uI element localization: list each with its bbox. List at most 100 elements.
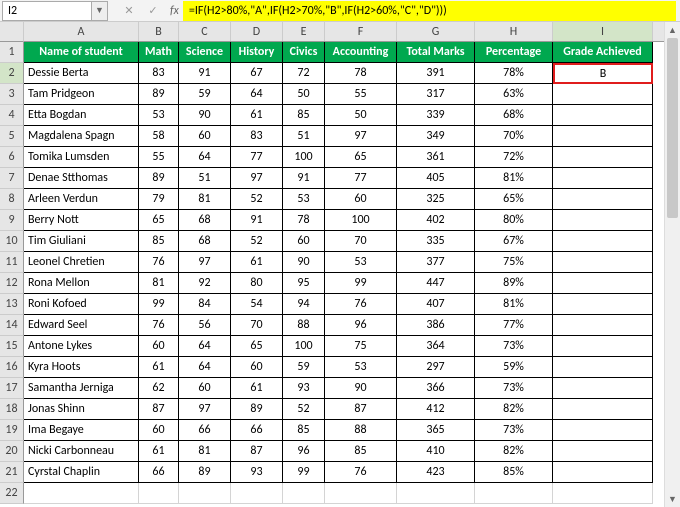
cell[interactable]: 53 — [325, 357, 397, 378]
fx-icon[interactable]: fx — [170, 4, 179, 18]
cell[interactable] — [553, 273, 653, 294]
cell[interactable]: 85 — [139, 231, 179, 252]
cell[interactable]: 97 — [325, 126, 397, 147]
cell[interactable]: 377 — [397, 252, 475, 273]
cell[interactable]: 91 — [231, 210, 283, 231]
cell[interactable] — [553, 84, 653, 105]
cell[interactable] — [24, 483, 139, 504]
cell[interactable]: 97 — [231, 168, 283, 189]
cell[interactable]: Arleen Verdun — [24, 189, 139, 210]
cell[interactable]: 100 — [283, 336, 325, 357]
cell[interactable] — [325, 483, 397, 504]
cell[interactable]: 65 — [325, 147, 397, 168]
cell[interactable] — [553, 483, 653, 504]
cell[interactable]: 364 — [397, 336, 475, 357]
row-header[interactable]: 7 — [0, 168, 24, 189]
col-header-H[interactable]: H — [475, 22, 553, 41]
cell[interactable]: 402 — [397, 210, 475, 231]
cell[interactable]: 59 — [283, 357, 325, 378]
cell[interactable]: Roni Kofoed — [24, 294, 139, 315]
row-header[interactable]: 8 — [0, 189, 24, 210]
cell[interactable]: 87 — [325, 399, 397, 420]
cell[interactable]: Kyra Hoots — [24, 357, 139, 378]
cell[interactable]: 89 — [179, 462, 231, 483]
cell[interactable]: 99 — [283, 462, 325, 483]
cell[interactable]: 54 — [231, 294, 283, 315]
cell[interactable]: 339 — [397, 105, 475, 126]
cell[interactable]: 61 — [231, 105, 283, 126]
cell[interactable]: 81% — [475, 168, 553, 189]
row-header[interactable]: 4 — [0, 105, 24, 126]
col-header-F[interactable]: F — [325, 22, 397, 41]
cell[interactable]: 70% — [475, 126, 553, 147]
row-header[interactable]: 3 — [0, 84, 24, 105]
header-cell[interactable]: Accounting — [325, 42, 397, 63]
header-cell[interactable]: Grade Achieved — [553, 42, 653, 63]
cell[interactable]: 56 — [179, 315, 231, 336]
row-header[interactable]: 13 — [0, 294, 24, 315]
cell[interactable]: 61 — [139, 441, 179, 462]
cell[interactable]: 78% — [475, 63, 553, 84]
cell[interactable]: Jonas Shinn — [24, 399, 139, 420]
cell[interactable] — [139, 483, 179, 504]
cell[interactable]: Dessie Berta — [24, 63, 139, 84]
cell[interactable]: 68% — [475, 105, 553, 126]
cell[interactable]: 79 — [139, 189, 179, 210]
cell[interactable]: 87 — [231, 441, 283, 462]
cell[interactable]: 60 — [179, 126, 231, 147]
cell[interactable]: 70 — [231, 315, 283, 336]
cell[interactable]: 325 — [397, 189, 475, 210]
cell[interactable]: 85 — [283, 420, 325, 441]
cancel-icon[interactable]: ✕ — [118, 2, 140, 20]
cell[interactable]: 53 — [139, 105, 179, 126]
cell[interactable]: 64 — [179, 147, 231, 168]
cell[interactable]: 407 — [397, 294, 475, 315]
cell[interactable]: 100 — [325, 210, 397, 231]
cell[interactable] — [553, 126, 653, 147]
cell[interactable]: 96 — [325, 315, 397, 336]
cell[interactable]: 90 — [179, 105, 231, 126]
cell[interactable]: 51 — [179, 168, 231, 189]
cell[interactable]: 61 — [139, 357, 179, 378]
cell[interactable]: 88 — [325, 420, 397, 441]
cell[interactable]: 90 — [283, 252, 325, 273]
cell[interactable]: 67 — [231, 63, 283, 84]
cell[interactable]: 68 — [179, 210, 231, 231]
cell[interactable]: 77 — [325, 168, 397, 189]
header-cell[interactable]: Total Marks — [397, 42, 475, 63]
cell[interactable] — [553, 420, 653, 441]
cell[interactable]: 85% — [475, 462, 553, 483]
header-cell[interactable]: Math — [139, 42, 179, 63]
header-cell[interactable]: Civics — [283, 42, 325, 63]
cell[interactable] — [553, 147, 653, 168]
cell[interactable]: Cyrstal Chaplin — [24, 462, 139, 483]
cell[interactable]: 93 — [283, 378, 325, 399]
cell[interactable]: 76 — [325, 462, 397, 483]
cell[interactable]: 72% — [475, 147, 553, 168]
row-header[interactable]: 20 — [0, 441, 24, 462]
cell[interactable]: 75 — [325, 336, 397, 357]
cell[interactable]: 61 — [231, 378, 283, 399]
cell[interactable]: 75% — [475, 252, 553, 273]
cell[interactable]: 82% — [475, 441, 553, 462]
row-header[interactable]: 5 — [0, 126, 24, 147]
cell[interactable]: 66 — [179, 420, 231, 441]
cell[interactable]: 335 — [397, 231, 475, 252]
scroll-thumb[interactable] — [667, 38, 678, 218]
row-header[interactable]: 6 — [0, 147, 24, 168]
cell[interactable]: 73% — [475, 378, 553, 399]
cell[interactable]: 70 — [325, 231, 397, 252]
cell[interactable]: 95 — [283, 273, 325, 294]
cell[interactable]: 391 — [397, 63, 475, 84]
cell[interactable]: 64 — [179, 336, 231, 357]
cell[interactable]: Magdalena Spagn — [24, 126, 139, 147]
cell[interactable]: 100 — [283, 147, 325, 168]
cell[interactable]: 297 — [397, 357, 475, 378]
cell[interactable]: 63% — [475, 84, 553, 105]
row-header[interactable]: 12 — [0, 273, 24, 294]
cell[interactable]: 51 — [283, 126, 325, 147]
row-header[interactable]: 10 — [0, 231, 24, 252]
cell[interactable]: 83 — [139, 63, 179, 84]
row-header[interactable]: 19 — [0, 420, 24, 441]
cell[interactable] — [179, 483, 231, 504]
